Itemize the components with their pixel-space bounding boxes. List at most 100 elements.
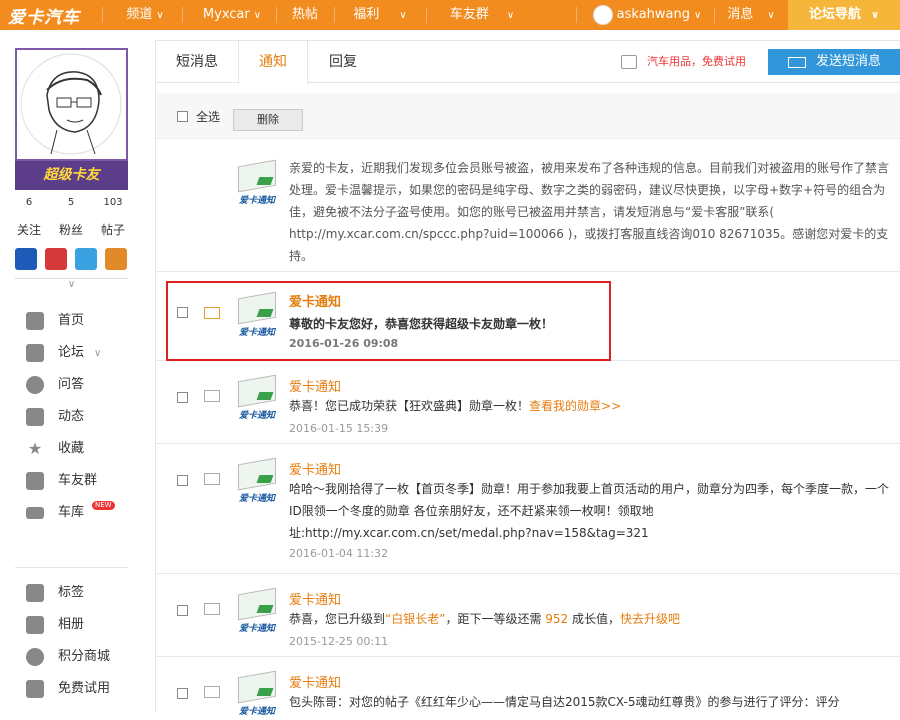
list-item: 爱卡通知 亲爱的卡友，近期我们发现多位会员账号被盗，被用来发布了各种违规的信息。… [156,141,900,272]
new-badge: NEW [92,501,115,510]
message-tabs: 短消息 通知 回复 汽车用品，免费试用 发送短消息 [156,41,900,84]
list-item: 爱卡通知 爱卡通知 恭喜！您已成功荣获【狂欢盛典】勋章一枚！查看我的勋章>> 2… [156,362,900,444]
nav-car-group[interactable]: 车友群 ∨ [436,0,528,30]
sidebar-item-points-mall[interactable]: 积分商城 [26,646,110,668]
collapse-chevron-icon[interactable]: ∨ [15,278,128,292]
message-date: 2016-01-15 15:39 [289,422,389,435]
user-menu[interactable]: askahwang ∨ [582,0,712,30]
message-text: 包头陈哥：对您的帖子《红红年少心——情定马自达2015款CX-5魂动红尊贵》的参… [289,695,840,709]
tab-short-messages[interactable]: 短消息 [156,41,238,83]
stat-posts-label[interactable]: 帖子 [98,221,128,238]
sidebar-item-activity[interactable]: 动态 [26,406,84,428]
delete-button[interactable]: 删除 [233,109,303,131]
sidebar-item-label: 动态 [58,409,85,424]
list-item: 爱卡通知 爱卡通知 包头陈哥：对您的帖子《红红年少心——情定马自达2015款CX… [156,658,900,718]
sidebar-item-garage[interactable]: 车库 [26,502,84,524]
sidebar-item-home[interactable]: 首页 [26,310,84,332]
xcar-notice-icon: 爱卡通知 [234,374,280,424]
nav-channel[interactable]: 频道 ∨ [110,0,180,30]
sidebar-item-label: 论坛 [58,345,85,360]
message-checkbox[interactable] [177,688,188,699]
send-message-button[interactable]: 发送短消息 [768,49,900,75]
tab-notifications[interactable]: 通知 [238,41,308,84]
growth-points-needed: 952 [545,612,569,626]
message-date: 2015-12-25 00:11 [289,635,389,648]
message-sender[interactable]: 爱卡通知 [289,376,341,395]
sidebar-item-label: 车友群 [58,473,98,488]
tab-replies[interactable]: 回复 [308,41,378,83]
message-sender[interactable]: 爱卡通知 [289,672,341,691]
nav-separator [102,7,103,23]
list-item: 爱卡通知 爱卡通知 恭喜，您已升级到“白银长老”，距下一等级还需 952 成长值… [156,575,900,657]
star-icon: ★ [27,438,43,458]
site-logo[interactable]: 爱卡汽车 [8,3,80,28]
sidebar-item-qa[interactable]: 问答 [26,374,84,396]
xcar-notice-icon: 爱卡通知 [234,457,280,507]
tag-icon [26,583,44,602]
question-icon [26,375,44,394]
select-all-checkbox[interactable] [177,111,188,122]
stat-posts-count: 103 [103,197,123,208]
portrait-sketch-icon [20,53,122,155]
nav-separator [182,7,183,23]
stat-follow-label[interactable]: 关注 [14,221,44,238]
send-message-label: 发送短消息 [816,54,882,69]
highlight-box [166,281,611,361]
select-all-label[interactable]: 全选 [196,108,220,125]
stat-fans-label[interactable]: 粉丝 [56,221,86,238]
sidebar: 超级卡友 6 5 103 关注 粉丝 帖子 ∨ 首页 论坛 ∨ 问答 动态 ★ 收藏… [0,30,140,711]
superman-medal-icon[interactable] [15,248,37,270]
nav-myxcar-label: Myxcar [202,7,250,22]
sidebar-item-forum[interactable]: 论坛 ∨ [26,342,101,364]
message-text: 亲爱的卡友，近期我们发现多位会员账号被盗，被用来发布了各种违规的信息。目前我们对… [289,161,890,263]
message-text: 恭喜，您已升级到“白银长老”，距下一等级还需 952 成长值，快去升级吧 [289,608,895,630]
level-name: “白银长老” [385,612,446,626]
messages-label: 消息 [727,7,754,22]
sidebar-item-car-group[interactable]: 车友群 [26,470,97,492]
home-icon [26,311,44,330]
upgrade-link[interactable]: 快去升级吧 [620,612,680,626]
blue-medal-icon[interactable] [75,248,97,270]
orange-medal-icon[interactable] [105,248,127,270]
red-medal-icon[interactable] [45,248,67,270]
activity-icon [26,407,44,426]
stat-follow-count: 6 [25,197,33,208]
sidebar-item-tags[interactable]: 标签 [26,582,84,604]
username: askahwang [616,7,690,22]
message-checkbox[interactable] [177,475,188,486]
nav-hot-posts[interactable]: 热帖 [280,0,330,30]
notice-icon-label: 爱卡通知 [238,494,275,504]
message-text: 哈哈～我刚拾得了一枚【首页冬季】勋章！用于参加我要上首页活动的用户，勋章分为四季… [289,482,890,540]
sidebar-item-favorites[interactable]: ★ 收藏 [26,438,84,460]
message-checkbox[interactable] [177,392,188,403]
messages-menu[interactable]: 消息 ∨ [716,0,786,30]
read-envelope-icon [204,473,220,485]
chevron-down-icon: ∨ [253,10,262,21]
sidebar-item-label: 收藏 [58,441,85,456]
notice-icon-label: 爱卡通知 [238,624,275,634]
sidebar-item-free-trial[interactable]: 免费试用 [26,678,110,700]
coin-icon [26,647,44,666]
sidebar-item-album[interactable]: 相册 [26,614,84,636]
message-checkbox[interactable] [177,605,188,616]
sidebar-item-label: 标签 [58,585,85,600]
nav-welfare[interactable]: 福利 ∨ [340,0,420,30]
super-member-badge: 超级卡友 [15,161,128,190]
nav-myxcar[interactable]: Myxcar ∨ [190,0,274,30]
view-my-medals-link[interactable]: 查看我的勋章>> [529,399,621,413]
notice-icon-label: 爱卡通知 [238,411,275,421]
camera-icon [26,615,44,634]
promo-link[interactable]: 汽车用品，免费试用 [647,53,746,69]
profile-avatar[interactable]: 超级卡友 [15,48,128,190]
message-sender[interactable]: 爱卡通知 [289,589,341,608]
message-sender[interactable]: 爱卡通知 [289,459,341,478]
xcar-notice-icon: 爱卡通知 [234,670,280,720]
speaker-icon [621,55,637,69]
text-part: 恭喜，您已升级到 [289,612,386,626]
sidebar-item-label: 相册 [58,617,85,632]
list-item: 爱卡通知 爱卡通知 哈哈～我刚拾得了一枚【首页冬季】勋章！用于参加我要上首页活动… [156,445,900,574]
user-avatar-icon [592,4,613,25]
nav-hot-posts-label: 热帖 [291,7,318,22]
forum-navigation-button[interactable]: 论坛导航 ∨ [788,0,900,30]
stat-fans-count: 5 [67,197,75,208]
